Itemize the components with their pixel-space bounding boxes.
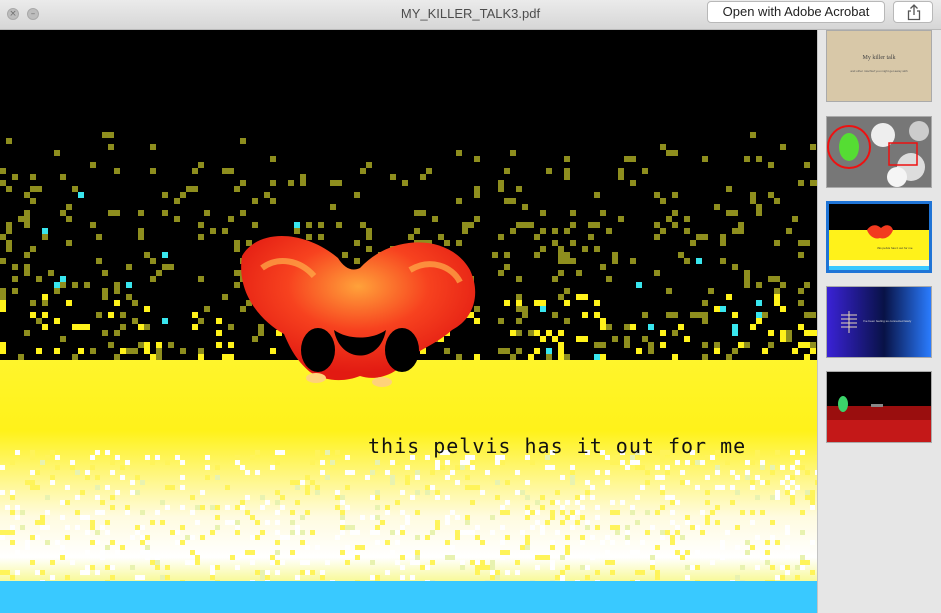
title-bar: × – MY_KILLER_TALK3.pdf Open with Adobe … (0, 0, 941, 30)
open-with-acrobat-button[interactable]: Open with Adobe Acrobat (707, 1, 885, 23)
thumbnail-sidebar: My killer talk and other mischief you mi… (817, 30, 941, 613)
thumbnail-5-image (827, 372, 931, 442)
thumbnail-2-image (827, 117, 931, 187)
thumbnail-page-5[interactable] (826, 371, 932, 443)
thumbnail-page-3[interactable]: this pelvis has it out for me (826, 201, 932, 273)
thumbnail-1-subtitle: and other mischief you might get away wi… (850, 69, 908, 73)
share-button[interactable] (893, 1, 933, 23)
thumbnail-3-image (829, 204, 929, 270)
slide-caption: this pelvis has it out for me (368, 434, 747, 458)
thumbnail-1-title: My killer talk (862, 55, 896, 61)
thumbnail-page-1[interactable]: My killer talk and other mischief you mi… (826, 30, 932, 102)
water-strip (0, 581, 817, 613)
minimize-window-icon[interactable]: – (27, 8, 39, 20)
thumbnail-3-caption: this pelvis has it out for me (877, 246, 913, 250)
close-window-icon[interactable]: × (7, 8, 19, 20)
thumbnail-page-2[interactable] (826, 116, 932, 188)
slide-image (0, 30, 817, 613)
sand-ground (0, 360, 817, 613)
thumbnail-page-4[interactable]: I've been feeling so connected lately (826, 286, 932, 358)
thumbnail-4-caption: I've been feeling so connected lately (863, 319, 912, 323)
document-view[interactable]: this pelvis has it out for me (0, 30, 817, 613)
share-icon (907, 4, 921, 21)
